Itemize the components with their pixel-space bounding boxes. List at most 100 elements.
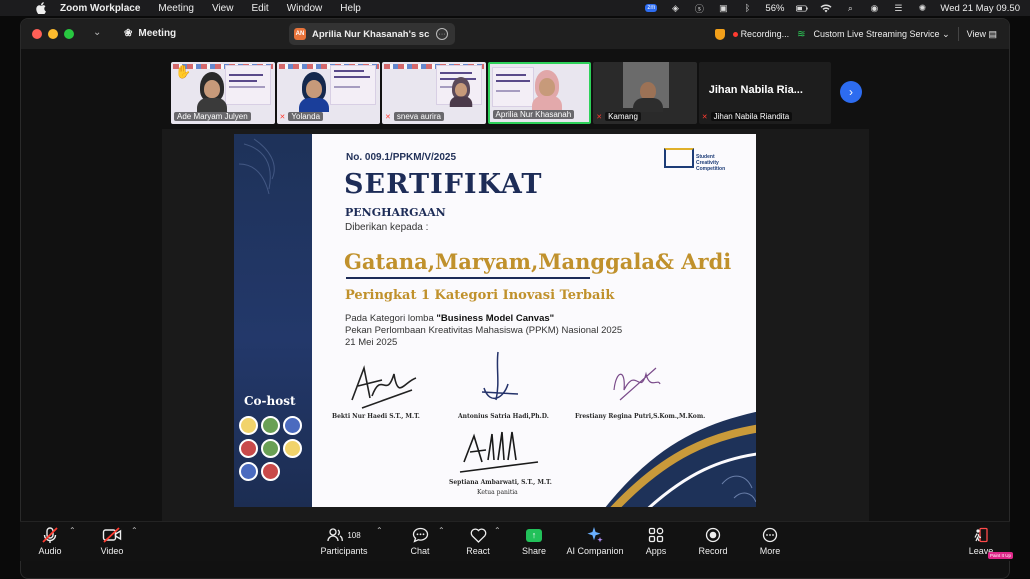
poster-image xyxy=(491,67,534,107)
battery-icon[interactable] xyxy=(796,3,809,13)
apps-label: Apps xyxy=(645,546,667,556)
given-to-label: Diberikan kepada : xyxy=(345,222,429,233)
university-logo-icon xyxy=(261,439,280,458)
next-page-button[interactable]: › xyxy=(840,81,862,103)
university-logo-icon xyxy=(239,416,258,435)
chevron-down-icon[interactable]: ⌄ xyxy=(93,27,101,38)
wifi-icon[interactable] xyxy=(820,3,832,13)
participants-options-chevron-icon[interactable]: ⌃ xyxy=(376,526,383,535)
zoom-status-icon[interactable]: zm xyxy=(645,3,658,13)
view-grid-icon: ▤ xyxy=(988,28,997,39)
stream-service-dropdown[interactable]: Custom Live Streaming Service ⌄ xyxy=(813,29,949,40)
recording-dot-icon xyxy=(732,32,738,37)
participants-label: Participants xyxy=(320,546,368,556)
more-button[interactable]: More xyxy=(740,524,800,560)
bluetooth-icon[interactable]: ᛒ xyxy=(741,3,753,13)
chat-icon xyxy=(412,524,429,546)
user-circle-icon[interactable]: ◉ xyxy=(868,3,880,13)
recipient-names: Gatana,Maryam,Manggala& Ardi xyxy=(344,249,732,274)
stream-service-label: Custom Live Streaming Service xyxy=(813,28,940,39)
university-logo-icon xyxy=(261,416,280,435)
menu-window[interactable]: Window xyxy=(287,3,323,14)
shield-check-icon[interactable]: ◈ xyxy=(669,3,681,13)
hand-raise-icon: ✋ xyxy=(175,64,192,79)
participant-name: Ade Maryam Julyen xyxy=(174,111,273,122)
search-icon[interactable]: ⌕ xyxy=(844,3,856,13)
participant-tile[interactable]: ✕ sneva aurira xyxy=(382,62,486,124)
ai-companion-button[interactable]: AI Companion xyxy=(562,524,628,560)
close-window-button[interactable] xyxy=(32,29,42,39)
apple-icon[interactable] xyxy=(34,2,48,14)
leaf-pattern-icon xyxy=(238,138,275,195)
siri-icon[interactable]: ✺ xyxy=(916,3,928,13)
fullscreen-window-button[interactable] xyxy=(64,29,74,39)
title-bar: ⌄ ❀ Meeting AN Aprilia Nur Khasanah's sc… xyxy=(21,19,1009,49)
minimize-window-button[interactable] xyxy=(48,29,58,39)
participant-name: ✕ Jihan Nabila Riandita xyxy=(702,111,829,122)
video-off-icon xyxy=(102,524,122,546)
share-label: Share xyxy=(521,546,547,556)
battery-percent: 56% xyxy=(765,2,785,14)
menu-edit[interactable]: Edit xyxy=(251,3,268,14)
audio-options-chevron-icon[interactable]: ⌃ xyxy=(69,526,76,535)
book-icon xyxy=(664,148,694,168)
screen: Zoom Workplace Meeting View Edit Window … xyxy=(0,0,1030,579)
category-line: Pada Kategori lomba "Business Model Canv… xyxy=(345,313,622,325)
zoom-badge-text: zm xyxy=(645,4,658,12)
video-options-chevron-icon[interactable]: ⌃ xyxy=(131,526,138,535)
menu-app-name[interactable]: Zoom Workplace xyxy=(60,3,140,14)
university-logo-icon xyxy=(261,462,280,481)
leave-icon xyxy=(973,524,989,546)
share-screen-icon: ↑ xyxy=(526,524,542,546)
share-button[interactable]: ↑ Share xyxy=(504,524,564,560)
control-center-icon[interactable]: ☰ xyxy=(892,3,904,13)
divider xyxy=(957,27,959,41)
react-options-chevron-icon[interactable]: ⌃ xyxy=(494,526,501,535)
menu-view[interactable]: View xyxy=(212,3,234,14)
certificate-subtitle: PENGHARGAAN xyxy=(345,206,446,219)
record-button[interactable]: Record xyxy=(683,524,743,560)
participant-tile[interactable]: ✋ Ade Maryam Julyen xyxy=(171,62,275,124)
certificate-sidebar: Co-host xyxy=(234,134,312,507)
mic-muted-icon: ✕ xyxy=(385,113,391,121)
participant-tile[interactable]: Jihan Nabila Ria... ✕ Jihan Nabila Riandi… xyxy=(698,62,831,124)
more-options-icon[interactable]: ··· xyxy=(436,28,448,40)
security-shield-icon[interactable] xyxy=(714,28,725,40)
mic-muted-icon: ✕ xyxy=(701,113,708,121)
sparkle-icon xyxy=(586,524,604,546)
university-logo-icon xyxy=(283,439,302,458)
signature-image xyxy=(613,367,661,401)
participants-button[interactable]: 108 Participants xyxy=(314,524,374,560)
participant-video xyxy=(298,72,329,112)
apps-button[interactable]: Apps xyxy=(626,524,686,560)
participant-tile[interactable]: ✕ Kamang xyxy=(593,62,697,124)
participant-name: ✕ sneva aurira xyxy=(385,111,484,122)
chat-options-chevron-icon[interactable]: ⌃ xyxy=(438,526,445,535)
live-stream-icon: ≋ xyxy=(797,28,806,40)
signature-image xyxy=(481,351,519,401)
leave-button[interactable]: Leave Paint It Up xyxy=(951,524,1013,560)
participant-display-name: Jihan Nabila Ria... xyxy=(708,84,803,96)
screen-record-icon[interactable]: ▣ xyxy=(717,3,729,13)
screen-share-indicator[interactable]: AN Aprilia Nur Khasanah's scree ··· xyxy=(289,23,455,45)
event-name: Pekan Perlombaan Kreativitas Mahasiswa (… xyxy=(345,325,623,336)
participant-tile[interactable]: ✕ Yolanda xyxy=(276,62,381,124)
mic-muted-icon: ✕ xyxy=(279,113,286,121)
menu-meeting[interactable]: Meeting xyxy=(158,3,194,14)
view-button[interactable]: View ▤ xyxy=(967,29,997,40)
participant-tile-active-speaker[interactable]: Aprilia Nur Khasanah xyxy=(487,62,592,124)
signatory-name: Antonius Satria Hadi,Ph.D. xyxy=(458,413,549,420)
paint-app-badge: Paint It Up xyxy=(987,552,1013,559)
signatory-name: Septiana Ambarwati, S.T., M.T. xyxy=(449,479,552,486)
participant-video xyxy=(633,74,664,112)
certificate-number: No. 009.1/PPKM/V/2025 xyxy=(346,152,457,163)
menu-clock[interactable]: Wed 21 May 09.50 xyxy=(940,3,1020,14)
dollar-circle-icon[interactable]: ⓢ xyxy=(693,3,705,14)
mic-muted-icon: ✕ xyxy=(596,113,603,121)
meeting-info-button[interactable]: ❀ Meeting xyxy=(124,28,176,39)
university-logo-icon xyxy=(283,416,302,435)
recording-status[interactable]: Recording... xyxy=(732,29,789,39)
meeting-label: Meeting xyxy=(138,28,177,39)
signature-image xyxy=(459,431,539,473)
menu-help[interactable]: Help xyxy=(340,3,361,14)
